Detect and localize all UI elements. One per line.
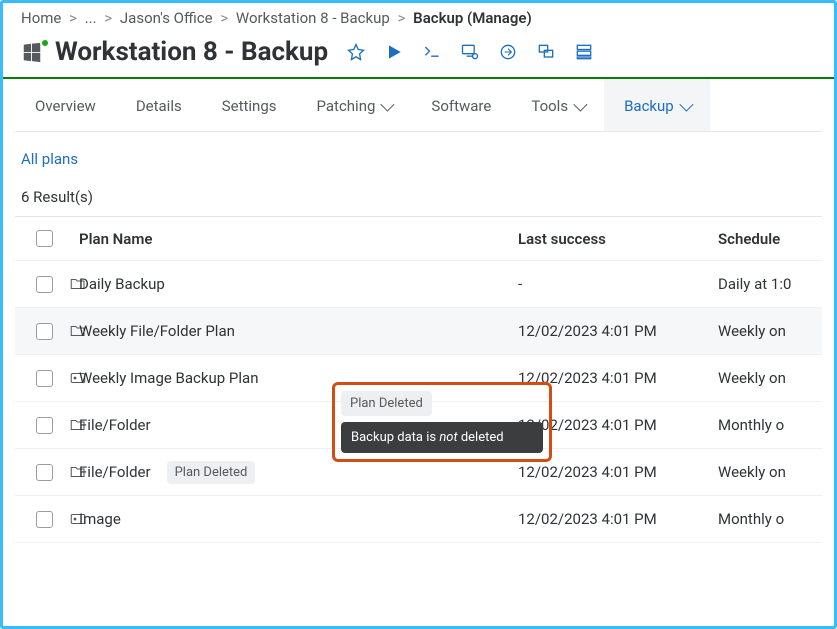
plan-name: File/Folder	[79, 463, 151, 481]
last-success: 12/02/2023 4:01 PM	[518, 510, 718, 528]
tab-details[interactable]: Details	[116, 79, 202, 131]
crumb-office[interactable]: Jason's Office	[120, 9, 213, 27]
tab-software[interactable]: Software	[411, 79, 511, 131]
windows-multi-icon[interactable]	[536, 42, 556, 62]
plan-name: Image	[79, 510, 121, 528]
chevron-down-icon	[381, 98, 395, 112]
row-checkbox[interactable]	[36, 464, 53, 481]
row-checkbox[interactable]	[36, 417, 53, 434]
plan-name: File/Folder	[79, 416, 151, 434]
last-success: 12/02/2023 4:01 PM	[518, 369, 718, 387]
status-dot-online	[40, 38, 50, 48]
col-schedule[interactable]: Schedule	[718, 230, 818, 248]
table-row[interactable]: File/Folder Plan Deleted 12/02/2023 4:01 P…	[15, 449, 822, 496]
last-success: 12/02/2023 4:01 PM	[518, 463, 718, 481]
windows-icon	[21, 41, 47, 63]
last-success: -	[518, 275, 718, 293]
schedule: Weekly on	[718, 369, 818, 387]
favorite-icon[interactable]	[346, 42, 366, 62]
row-checkbox[interactable]	[36, 370, 53, 387]
tab-bar: Overview Details Settings Patching Software T…	[15, 79, 822, 132]
last-success: 12/02/2023 4:01 PM	[518, 416, 718, 434]
chevron-down-icon	[679, 98, 693, 112]
plan-name: Weekly File/Folder Plan	[79, 322, 235, 340]
crumb-sep: >	[69, 9, 77, 27]
tab-patching[interactable]: Patching	[297, 79, 412, 131]
crumb-ellipsis[interactable]: ...	[85, 9, 97, 27]
crumb-workstation[interactable]: Workstation 8 - Backup	[236, 9, 390, 27]
table-row[interactable]: Weekly File/Folder Plan 12/02/2023 4:01 P…	[15, 308, 822, 355]
row-checkbox[interactable]	[36, 511, 53, 528]
tab-label: Backup	[624, 97, 674, 115]
plan-deleted-pill: Plan Deleted	[167, 461, 256, 484]
server-icon[interactable]	[574, 42, 594, 62]
crumb-home[interactable]: Home	[21, 9, 61, 27]
table-row[interactable]: Daily Backup -Daily at 1:0	[15, 261, 822, 308]
chevron-down-icon	[573, 98, 587, 112]
plan-name: Daily Backup	[79, 275, 165, 293]
last-success: 12/02/2023 4:01 PM	[518, 322, 718, 340]
row-checkbox[interactable]	[36, 323, 53, 340]
table-header-row: Plan Name Last success Schedule	[15, 217, 822, 261]
plans-table: Plan Name Last success Schedule Daily Ba…	[15, 216, 822, 543]
tab-overview[interactable]: Overview	[15, 79, 116, 131]
row-checkbox[interactable]	[36, 276, 53, 293]
tab-settings[interactable]: Settings	[202, 79, 297, 131]
terminal-icon[interactable]	[422, 42, 442, 62]
tab-label: Software	[431, 97, 491, 115]
breadcrumb: Home > ... > Jason's Office > Workstatio…	[15, 9, 822, 29]
schedule: Weekly on	[718, 322, 818, 340]
tab-tools[interactable]: Tools	[511, 79, 604, 131]
schedule: Monthly o	[718, 510, 818, 528]
schedule: Monthly o	[718, 416, 818, 434]
table-row[interactable]: File/Folder 12/02/2023 4:01 PMMonthly o	[15, 402, 822, 449]
col-plan-name[interactable]: Plan Name	[79, 230, 518, 248]
tab-label: Overview	[35, 97, 96, 115]
plan-name: Weekly Image Backup Plan	[79, 369, 258, 387]
schedule: Weekly on	[718, 463, 818, 481]
tab-label: Details	[136, 97, 182, 115]
tab-label: Tools	[531, 97, 568, 115]
schedule: Daily at 1:0	[718, 275, 818, 293]
sync-icon[interactable]	[498, 42, 518, 62]
tab-backup[interactable]: Backup	[604, 79, 710, 131]
crumb-current: Backup (Manage)	[413, 9, 532, 27]
run-icon[interactable]	[384, 42, 404, 62]
table-row[interactable]: Weekly Image Backup Plan 12/02/2023 4:01 …	[15, 355, 822, 402]
all-plans-link[interactable]: All plans	[21, 150, 78, 168]
table-row[interactable]: Image 12/02/2023 4:01 PMMonthly o	[15, 496, 822, 543]
page-title: Workstation 8 - Backup	[55, 37, 328, 67]
select-all-checkbox[interactable]	[36, 230, 53, 247]
tab-label: Patching	[317, 97, 376, 115]
result-count: 6 Result(s)	[15, 188, 822, 216]
tab-label: Settings	[222, 97, 277, 115]
remote-desktop-icon[interactable]	[460, 42, 480, 62]
page-header: Workstation 8 - Backup	[15, 29, 822, 77]
col-last-success[interactable]: Last success	[518, 230, 718, 248]
